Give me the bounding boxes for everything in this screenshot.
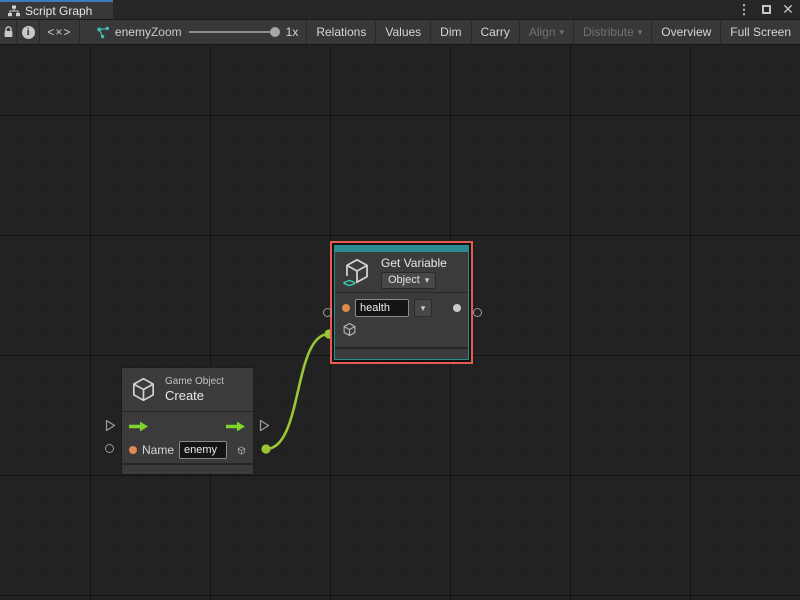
breadcrumb[interactable]: enemy — [96, 25, 151, 39]
zoom-control: Zoom 1x — [151, 25, 298, 39]
chevron-down-icon: ▾ — [638, 28, 643, 37]
info-icon: i — [22, 26, 35, 39]
lock-button[interactable] — [0, 20, 17, 44]
toolbar-middle: enemy Zoom 1x — [80, 20, 307, 44]
create-header: Game Object Create — [122, 368, 253, 411]
toolbar: i <×> enemy Zoom 1x Relations Values Dim… — [0, 19, 800, 45]
graph-node-icon — [96, 26, 110, 39]
flow-output-arrow-icon[interactable] — [226, 421, 246, 432]
name-input-port[interactable] — [129, 446, 137, 454]
get-variable-right-port[interactable] — [473, 308, 482, 317]
wire-start-dot — [261, 444, 270, 453]
zoom-slider[interactable] — [189, 26, 279, 38]
name-value-field[interactable] — [179, 441, 227, 459]
node-footer — [335, 347, 468, 359]
code-preview-button[interactable]: <×> — [40, 20, 80, 44]
full-screen-button[interactable]: Full Screen — [721, 20, 800, 44]
chevron-down-icon: ▾ — [560, 28, 565, 37]
node-create-game-object[interactable]: Game Object Create Name — [121, 367, 254, 475]
title-bar: Script Graph ⋮ ✕ — [0, 0, 800, 19]
node-title: Get Variable — [381, 256, 447, 270]
breadcrumb-label: enemy — [115, 25, 151, 39]
zoom-label: Zoom — [151, 25, 182, 39]
node-title: Create — [165, 388, 224, 403]
flow-input-arrow-icon[interactable] — [129, 421, 149, 432]
get-variable-header: <> Get Variable Object ▾ — [335, 252, 468, 292]
zoom-slider-handle[interactable] — [270, 27, 280, 37]
align-dropdown-button[interactable]: Align▾ — [520, 20, 574, 44]
create-flow-in-port[interactable] — [104, 418, 117, 433]
overview-button[interactable]: Overview — [652, 20, 721, 44]
variable-picker-dropdown[interactable]: ▾ — [414, 299, 432, 317]
maximize-icon[interactable] — [758, 2, 774, 18]
chevron-down-icon: ▾ — [425, 276, 430, 285]
value-output-port[interactable] — [453, 304, 461, 312]
game-object-cube-icon — [130, 376, 157, 403]
create-name-port[interactable] — [105, 444, 114, 453]
node-get-variable[interactable]: <> Get Variable Object ▾ ▾ — [330, 241, 473, 364]
lock-icon — [2, 25, 15, 39]
zoom-value: 1x — [286, 25, 299, 39]
name-label: Name — [142, 443, 174, 457]
variable-scope-dropdown[interactable]: Object ▾ — [381, 272, 436, 289]
graph-canvas[interactable]: <> Get Variable Object ▾ ▾ — [0, 46, 800, 600]
distribute-dropdown-button[interactable]: Distribute▾ — [574, 20, 652, 44]
values-button[interactable]: Values — [376, 20, 431, 44]
get-variable-left-port[interactable] — [323, 308, 332, 317]
node-category: Game Object — [165, 376, 224, 387]
graph-hierarchy-icon — [8, 5, 20, 17]
node-footer — [122, 463, 253, 474]
window-menu-icon[interactable]: ⋮ — [736, 2, 752, 18]
relations-button[interactable]: Relations — [307, 20, 376, 44]
info-button[interactable]: i — [17, 20, 39, 44]
name-input-port[interactable] — [342, 304, 350, 312]
tab-title: Script Graph — [25, 4, 92, 18]
object-output-port-icon[interactable] — [237, 443, 246, 458]
code-brackets-icon: <> — [342, 276, 356, 290]
object-input-port-icon[interactable] — [342, 322, 357, 337]
dim-button[interactable]: Dim — [431, 20, 471, 44]
close-icon[interactable]: ✕ — [780, 2, 796, 18]
create-flow-out-port[interactable] — [258, 418, 271, 433]
tab-script-graph[interactable]: Script Graph — [0, 0, 113, 19]
variable-name-field[interactable] — [355, 299, 409, 317]
carry-button[interactable]: Carry — [472, 20, 520, 44]
